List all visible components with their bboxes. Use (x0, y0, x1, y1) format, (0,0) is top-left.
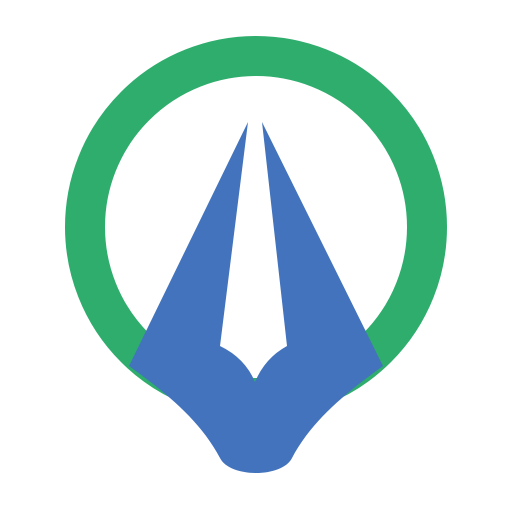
logo-canvas (0, 0, 512, 512)
logo-nib (129, 122, 383, 473)
pen-nib-location-pin-icon (65, 36, 447, 473)
logo-ring (65, 36, 447, 418)
